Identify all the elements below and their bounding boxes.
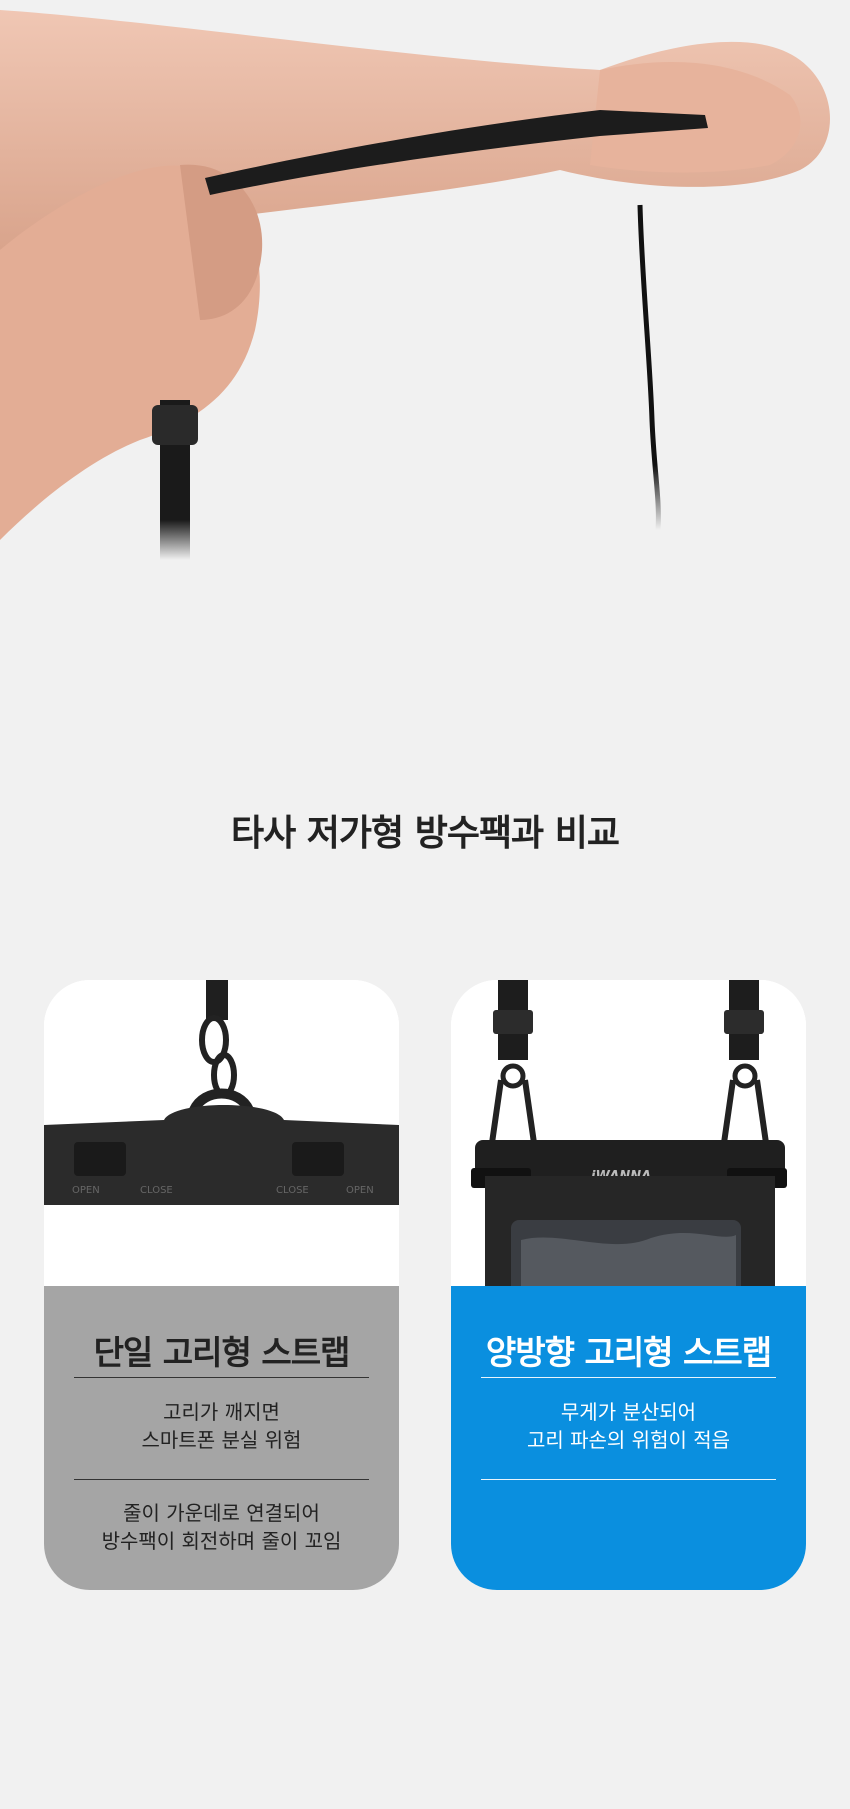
divider <box>74 1377 369 1378</box>
note-line: 고리 파손의 위험이 적음 <box>526 1428 731 1452</box>
hero-strap-photo <box>0 0 850 560</box>
note-line: 고리가 깨지면 <box>163 1400 280 1424</box>
single-hook-pouch-photo: OPEN CLOSE CLOSE OPEN <box>44 980 399 1286</box>
card-panel: 양방향 고리형 스트랩 무게가 분산되어 고리 파손의 위험이 적음 <box>451 1286 806 1590</box>
card-title: 단일 고리형 스트랩 <box>93 1333 351 1372</box>
card-note: 줄이 가운데로 연결되어 방수팩이 회전하며 줄이 꼬임 <box>44 1499 399 1555</box>
dual-hook-pouch-photo: iWANNA <box>451 980 806 1286</box>
divider <box>74 1479 369 1480</box>
comparison-card-single: OPEN CLOSE CLOSE OPEN 단일 고리형 스트랩 고리가 깨지면… <box>44 980 399 1590</box>
card-note: 무게가 분산되어 고리 파손의 위험이 적음 <box>451 1398 806 1454</box>
open-label-right: OPEN <box>346 1185 374 1196</box>
note-line: 스마트폰 분실 위험 <box>141 1428 302 1452</box>
close-label-left: CLOSE <box>140 1185 173 1196</box>
card-note: 고리가 깨지면 스마트폰 분실 위험 <box>44 1398 399 1454</box>
comparison-card-dual: iWANNA 양방향 고리형 스트랩 무게가 분산되어 고리 파손의 위험이 적… <box>451 980 806 1590</box>
divider <box>481 1377 776 1378</box>
card-panel: 단일 고리형 스트랩 고리가 깨지면 스마트폰 분실 위험 줄이 가운데로 연결… <box>44 1286 399 1590</box>
open-label-left: OPEN <box>72 1185 100 1196</box>
note-line: 방수팩이 회전하며 줄이 꼬임 <box>101 1529 342 1553</box>
divider <box>481 1479 776 1480</box>
note-line: 무게가 분산되어 <box>560 1400 697 1424</box>
card-title: 양방향 고리형 스트랩 <box>485 1333 772 1372</box>
section-title: 타사 저가형 방수팩과 비교 <box>231 813 620 854</box>
note-line: 줄이 가운데로 연결되어 <box>123 1501 320 1525</box>
close-label-right: CLOSE <box>276 1185 309 1196</box>
